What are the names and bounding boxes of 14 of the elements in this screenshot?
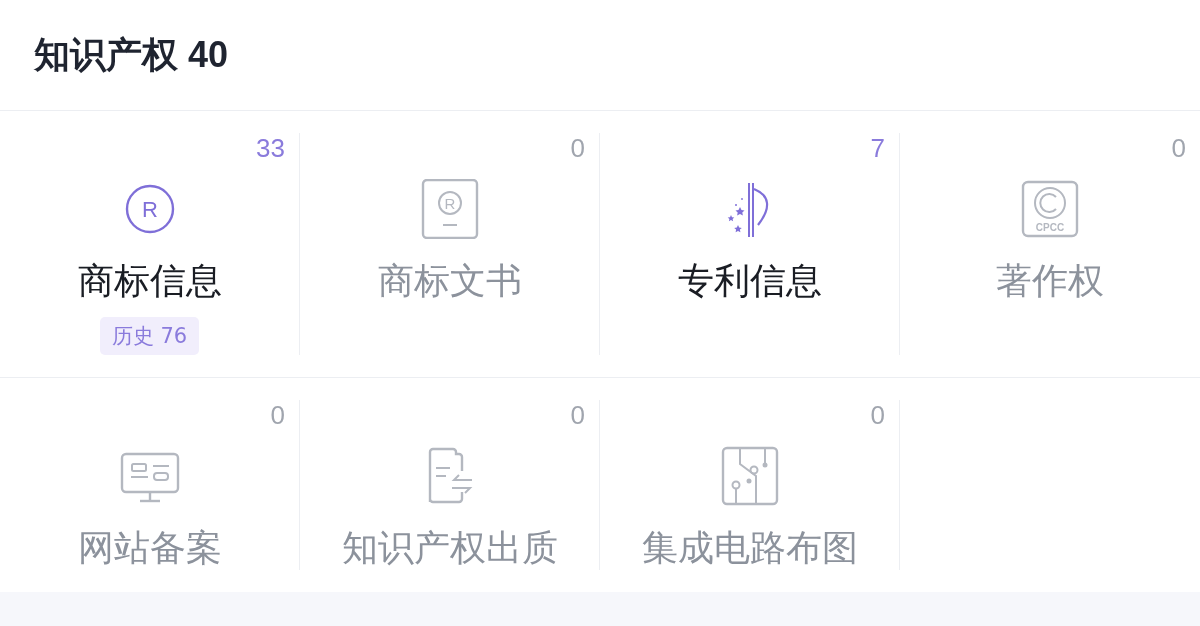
circuit-icon <box>719 446 780 506</box>
count: 7 <box>870 133 885 163</box>
category-link[interactable]: 商标信息 <box>77 259 222 303</box>
history-tag[interactable]: 历史 76 <box>99 317 200 355</box>
count: 0 <box>270 400 285 430</box>
category-link[interactable]: 专利信息 <box>677 259 822 303</box>
section-title: 知识产权 40 <box>34 32 229 77</box>
copyright-icon: CPCC <box>1020 179 1080 239</box>
count: 0 <box>870 400 885 430</box>
count: 33 <box>256 133 285 163</box>
count: 0 <box>570 133 585 163</box>
count: 0 <box>1171 133 1186 163</box>
registered-document-icon: R <box>419 179 480 239</box>
count: 0 <box>570 400 585 430</box>
